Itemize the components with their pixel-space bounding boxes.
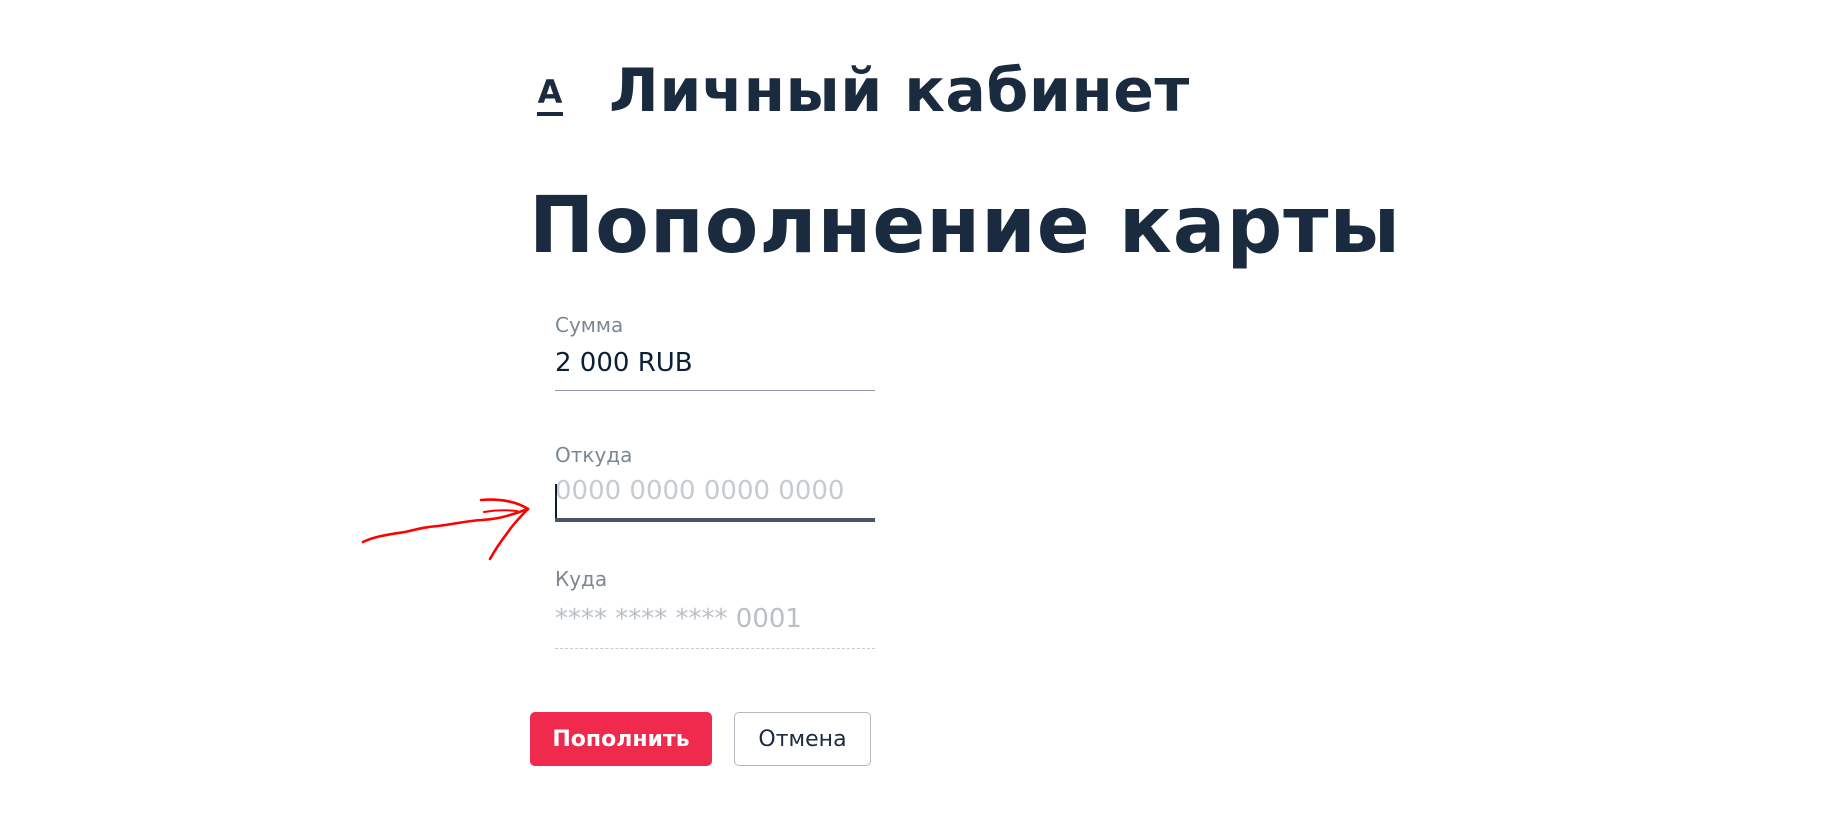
amount-label: Сумма (555, 313, 624, 337)
from-label: Откуда (555, 443, 633, 467)
page-title: Пополнение карты (529, 181, 1402, 271)
to-card-value: **** **** **** 0001 (555, 604, 802, 634)
to-label: Куда (555, 567, 608, 591)
cancel-button[interactable]: Отмена (734, 712, 871, 766)
arrow-head-scribble (483, 509, 518, 513)
submit-button[interactable]: Пополнить (530, 712, 712, 766)
amount-value[interactable]: 2 000 RUB (555, 346, 875, 380)
amount-field[interactable]: Сумма 2 000 RUB (555, 312, 875, 391)
amount-underline (555, 390, 875, 391)
arrow-shaft (361, 507, 530, 544)
logo-underline (537, 112, 563, 116)
from-field[interactable]: Откуда (555, 442, 875, 522)
from-card-input[interactable] (555, 474, 875, 508)
to-field: Куда **** **** **** 0001 (555, 566, 875, 649)
text-caret (555, 484, 557, 518)
to-underline-dashed (555, 648, 875, 649)
arrow-head-upper (479, 498, 530, 511)
logo-letter: А (537, 73, 563, 111)
arrow-head-lower (488, 507, 530, 561)
bank-logo[interactable]: А (535, 76, 565, 118)
from-input-wrap (555, 474, 875, 518)
from-underline-focused (555, 518, 875, 522)
app-title: Личный кабинет (609, 56, 1190, 126)
